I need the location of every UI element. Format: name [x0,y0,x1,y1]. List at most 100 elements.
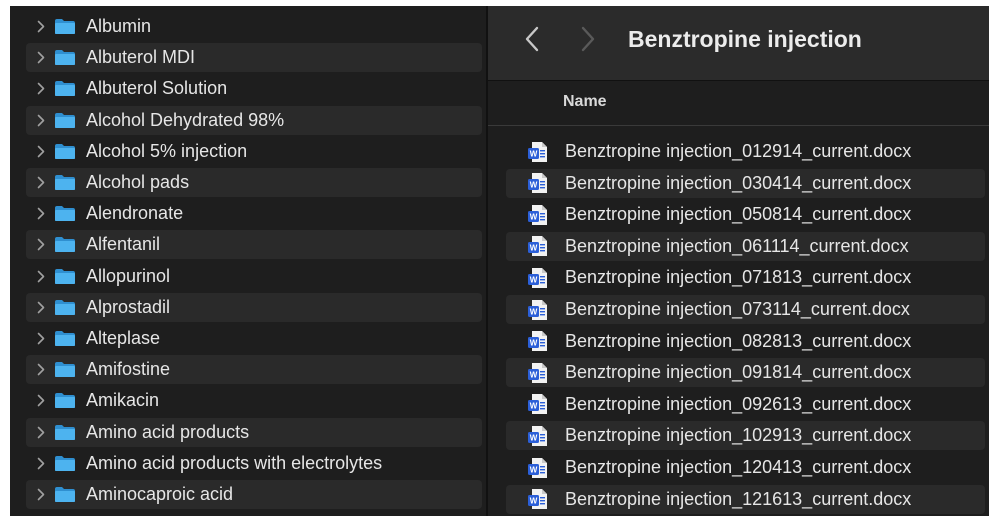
folder-row[interactable]: Amino acid products with electrolytes [26,449,482,478]
folder-label: Aminocaproic acid [86,484,234,504]
disclosure-chevron-icon[interactable] [32,114,50,127]
folder-label: Amifostine [86,359,171,380]
folder-label: Albuterol MDI [86,47,196,68]
file-name: Benztropine injection_102913_current.doc… [565,425,912,446]
file-name: Benztropine injection_030414_current.doc… [565,172,912,193]
back-button[interactable] [518,24,546,54]
word-document-icon: W [528,393,548,415]
disclosure-chevron-icon[interactable] [32,207,50,220]
folder-row[interactable]: Albuterol Solution [26,74,482,103]
disclosure-chevron-icon[interactable] [32,176,50,189]
folder-row[interactable]: Allopurinol [26,262,482,291]
word-document-icon: W [528,488,548,510]
folder-row[interactable]: Alcohol Dehydrated 98% [26,105,482,135]
folder-icon [54,143,76,160]
folder-icon [54,18,76,35]
disclosure-chevron-icon[interactable] [32,20,50,33]
file-row[interactable]: W Benztropine injection_012914_current.do… [506,137,985,166]
folder-icon [54,330,76,347]
disclosure-chevron-icon[interactable] [32,332,50,345]
disclosure-chevron-icon[interactable] [32,270,50,283]
folder-row[interactable]: Alcohol pads [26,168,482,197]
folder-icon [54,424,76,441]
svg-text:W: W [530,433,538,442]
file-row[interactable]: W Benztropine injection_120413_current.do… [506,453,985,482]
folder-row[interactable]: Albuterol MDI [26,43,482,73]
folder-row[interactable]: Aminocaproic acid [26,480,482,509]
file-row[interactable]: W Benztropine injection_121613_current.do… [506,484,985,514]
folder-icon [54,486,76,503]
folder-row[interactable]: Amikacin [26,386,482,415]
folder-row[interactable]: Alfentanil [26,230,482,260]
file-row[interactable]: W Benztropine injection_050814_current.do… [506,200,985,229]
folder-label: Amino acid products [86,421,250,442]
svg-text:W: W [530,244,538,253]
file-row[interactable]: W Benztropine injection_082813_current.do… [506,327,985,356]
file-row[interactable]: W Benztropine injection_102913_current.do… [506,421,985,451]
disclosure-chevron-icon[interactable] [32,301,50,314]
file-name: Benztropine injection_071813_current.doc… [565,267,912,288]
list-header: Name [488,81,989,126]
svg-text:W: W [530,212,538,221]
disclosure-chevron-icon[interactable] [32,82,50,95]
svg-text:W: W [530,275,538,284]
folder-icon [54,174,76,191]
folder-label: Alfentanil [86,234,161,255]
word-document-icon: W [528,141,548,163]
file-name: Benztropine injection_073114_current.doc… [565,299,910,319]
folder-row[interactable]: Albumin [26,12,482,41]
folder-label: Albumin [86,16,152,36]
svg-text:W: W [530,497,538,506]
word-document-icon: W [528,299,548,321]
disclosure-chevron-icon[interactable] [32,145,50,158]
disclosure-chevron-icon[interactable] [32,457,50,470]
folder-label: Alcohol 5% injection [86,140,248,161]
word-document-icon: W [528,204,548,226]
word-document-icon: W [528,457,548,479]
chevron-right-icon [581,26,595,52]
disclosure-chevron-icon[interactable] [32,426,50,439]
file-row[interactable]: W Benztropine injection_073114_current.do… [506,295,985,324]
word-document-icon: W [528,425,548,447]
toolbar: Benztropine injection [488,6,989,81]
file-name: Benztropine injection_061114_current.doc… [565,235,909,256]
file-name: Benztropine injection_092613_current.doc… [565,393,912,414]
folder-row[interactable]: Alendronate [26,199,482,228]
folder-row[interactable]: Amino acid products [26,417,482,447]
folder-label: Alcohol Dehydrated 98% [86,109,285,130]
folder-row[interactable]: Alcohol 5% injection [26,137,482,166]
forward-button[interactable] [574,24,602,54]
name-column-header[interactable]: Name [563,93,607,111]
file-name: Benztropine injection_120413_current.doc… [565,457,912,477]
disclosure-chevron-icon[interactable] [32,51,50,64]
file-row[interactable]: W Benztropine injection_071813_current.do… [506,263,985,292]
word-document-icon: W [528,235,548,257]
folder-label: Alendronate [86,203,184,224]
svg-text:W: W [530,339,538,348]
disclosure-chevron-icon[interactable] [32,363,50,376]
folder-label: Alcohol pads [86,172,190,192]
word-document-icon: W [528,267,548,289]
file-row[interactable]: W Benztropine injection_061114_current.do… [506,231,985,261]
file-row[interactable]: W Benztropine injection_091814_current.do… [506,358,985,388]
file-row[interactable]: W Benztropine injection_092613_current.do… [506,390,985,419]
folder-icon [54,268,76,285]
disclosure-chevron-icon[interactable] [32,394,50,407]
folder-icon [54,361,76,378]
svg-text:W: W [530,465,538,474]
folder-label: Alteplase [86,328,161,348]
folder-icon [54,455,76,472]
chevron-left-icon [525,26,539,52]
folder-icon [54,80,76,97]
window-title: Benztropine injection [628,26,862,52]
folder-column[interactable]: Albumin Albuterol MDI Albuterol Solution Al… [10,6,486,516]
file-row[interactable]: W Benztropine injection_030414_current.do… [506,168,985,198]
folder-icon [54,236,76,253]
disclosure-chevron-icon[interactable] [32,488,50,501]
folder-row[interactable]: Alprostadil [26,292,482,322]
folder-row[interactable]: Alteplase [26,324,482,353]
folder-row[interactable]: Amifostine [26,355,482,385]
folder-label: Albuterol Solution [86,78,228,99]
disclosure-chevron-icon[interactable] [32,238,50,251]
word-document-icon: W [528,172,548,194]
